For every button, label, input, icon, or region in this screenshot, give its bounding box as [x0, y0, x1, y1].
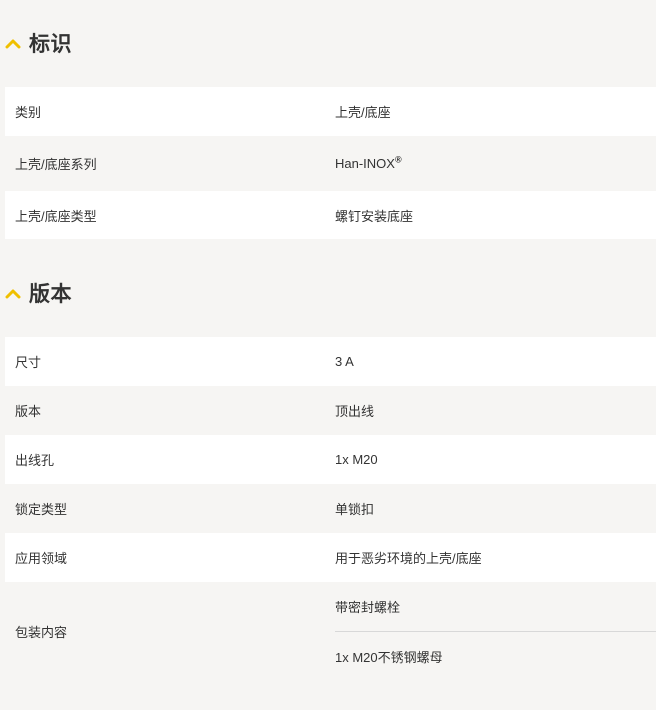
- section-title: 标识: [29, 33, 72, 56]
- row-value: 1x M20: [335, 452, 378, 467]
- row-label: 尺寸: [15, 355, 42, 370]
- row-value-list: 带密封螺栓 1x M20不锈钢螺母: [335, 582, 656, 681]
- row-value: 上壳/底座: [335, 105, 391, 120]
- table-row: 锁定类型 单锁扣: [5, 484, 656, 533]
- row-label: 上壳/底座系列: [15, 157, 97, 172]
- table-row: 上壳/底座类型 螺钉安装底座: [5, 191, 656, 239]
- table-row: 包装内容 带密封螺栓 1x M20不锈钢螺母: [5, 582, 656, 680]
- row-label: 版本: [15, 404, 42, 419]
- row-value: 螺钉安装底座: [335, 208, 414, 224]
- row-value: 单锁扣: [335, 502, 375, 517]
- row-value: 用于恶劣环境的上壳/底座: [335, 551, 482, 566]
- identification-table: 类别 上壳/底座 上壳/底座系列 Han-INOX® 上壳/底座类型 螺钉安装底…: [5, 87, 656, 239]
- row-value: 3 A: [335, 354, 354, 369]
- row-label: 包装内容: [15, 624, 68, 640]
- version-table: 尺寸 3 A 版本 顶出线 出线孔 1x M20 锁定类型 单锁扣 应用领域 用…: [5, 337, 656, 680]
- chevron-up-icon[interactable]: [5, 37, 21, 49]
- row-label: 锁定类型: [15, 502, 68, 517]
- row-value: Han-INOX®: [335, 154, 656, 171]
- series-name: Han-INOX: [335, 156, 395, 171]
- table-row: 出线孔 1x M20: [5, 435, 656, 484]
- table-row: 应用领域 用于恶劣环境的上壳/底座: [5, 533, 656, 582]
- table-row: 上壳/底座系列 Han-INOX®: [5, 136, 656, 191]
- section-header-version[interactable]: 版本: [5, 278, 72, 308]
- row-value: 带密封螺栓: [335, 582, 656, 632]
- section-title: 版本: [29, 283, 72, 306]
- row-label: 出线孔: [15, 453, 55, 468]
- row-label: 类别: [15, 105, 42, 120]
- row-value: 1x M20不锈钢螺母: [335, 649, 443, 665]
- section-header-identification[interactable]: 标识: [5, 28, 72, 58]
- row-value: 顶出线: [335, 404, 375, 419]
- chevron-up-icon[interactable]: [5, 287, 21, 299]
- table-row: 版本 顶出线: [5, 386, 656, 435]
- table-row: 类别 上壳/底座: [5, 87, 656, 136]
- row-label: 应用领域: [15, 551, 68, 566]
- table-row: 尺寸 3 A: [5, 337, 656, 386]
- registered-mark: ®: [394, 154, 402, 165]
- row-label: 上壳/底座类型: [15, 208, 97, 224]
